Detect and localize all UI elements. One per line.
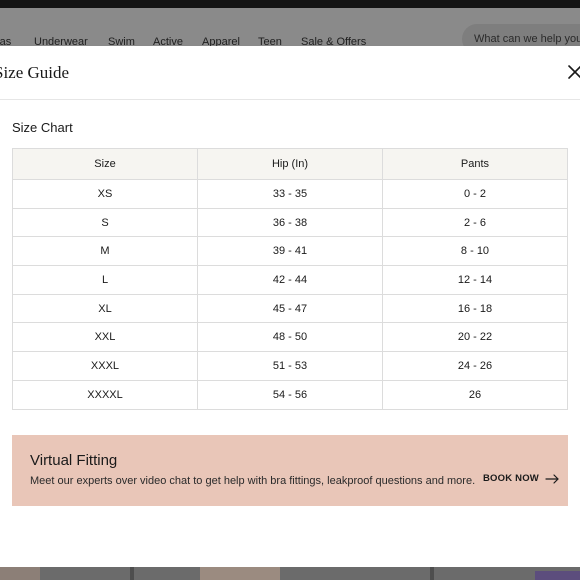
virtual-fitting-banner: Virtual Fitting Meet our experts over vi…: [12, 435, 568, 506]
arrow-right-icon: [545, 473, 559, 484]
close-icon[interactable]: [566, 63, 580, 81]
table-row: XXXL 51 - 53 24 - 26: [12, 351, 568, 381]
background-image-tile: [0, 567, 40, 580]
size-cell: XL: [12, 293, 198, 324]
table-row: XS 33 - 35 0 - 2: [12, 179, 568, 209]
pants-cell: 24 - 26: [382, 351, 568, 381]
hip-cell: 33 - 35: [197, 179, 383, 209]
size-cell: XS: [12, 179, 198, 209]
modal-title: Size Guide: [0, 63, 70, 82]
background-badge: [535, 571, 580, 580]
table-row: S 36 - 38 2 - 6: [12, 207, 568, 238]
table-row: XXL 48 - 50 20 - 22: [12, 322, 568, 353]
pants-cell: 8 - 10: [382, 236, 568, 267]
table-header-row: Size Hip (In) Pants: [12, 148, 568, 180]
column-header-pants: Pants: [382, 148, 568, 180]
pants-cell: 26: [382, 379, 568, 410]
hip-cell: 48 - 50: [197, 322, 383, 353]
size-chart-heading: Size Chart: [12, 120, 73, 135]
virtual-fitting-title: Virtual Fitting: [30, 452, 118, 469]
hip-cell: 39 - 41: [197, 236, 383, 267]
size-cell: XXL: [12, 322, 198, 353]
hip-cell: 51 - 53: [197, 351, 383, 381]
column-header-hip: Hip (In): [197, 148, 383, 180]
background-divider: [130, 567, 134, 580]
pants-cell: 16 - 18: [382, 293, 568, 324]
hip-cell: 36 - 38: [197, 207, 383, 238]
hip-cell: 54 - 56: [197, 379, 383, 410]
pants-cell: 12 - 14: [382, 265, 568, 295]
pants-cell: 20 - 22: [382, 322, 568, 353]
size-cell: M: [12, 236, 198, 267]
pants-cell: 0 - 2: [382, 179, 568, 209]
modal-header: Size Guide: [0, 46, 580, 100]
hip-cell: 45 - 47: [197, 293, 383, 324]
size-cell: XXXL: [12, 351, 198, 381]
background-content-strip: [0, 567, 580, 580]
book-now-link[interactable]: BOOK NOW: [483, 473, 559, 484]
top-strip: [0, 0, 580, 8]
book-now-label: BOOK NOW: [483, 473, 539, 484]
table-row: M 39 - 41 8 - 10: [12, 236, 568, 267]
column-header-size: Size: [12, 148, 198, 180]
table-row: XL 45 - 47 16 - 18: [12, 293, 568, 324]
background-image-tile: [200, 567, 280, 580]
table-row: XXXXL 54 - 56 26: [12, 379, 568, 410]
pants-cell: 2 - 6: [382, 207, 568, 238]
size-guide-modal: Size Guide Size Chart Size Hip (In) Pant…: [0, 46, 580, 567]
size-cell: L: [12, 265, 198, 295]
hip-cell: 42 - 44: [197, 265, 383, 295]
size-cell: S: [12, 207, 198, 238]
virtual-fitting-description: Meet our experts over video chat to get …: [30, 475, 476, 487]
background-divider: [430, 567, 434, 580]
size-cell: XXXXL: [12, 379, 198, 410]
table-row: L 42 - 44 12 - 14: [12, 265, 568, 295]
size-chart-table: Size Hip (In) Pants XS 33 - 35 0 - 2 S 3…: [12, 148, 568, 410]
